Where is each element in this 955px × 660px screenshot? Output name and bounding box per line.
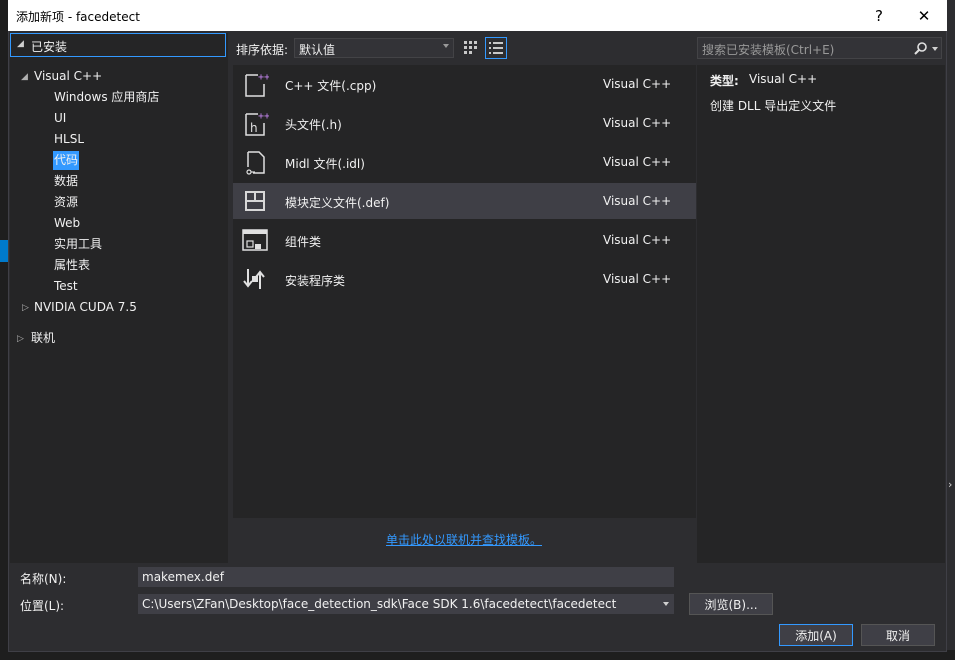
cpp-file-icon: ++ [245, 72, 269, 97]
template-row-component-class[interactable]: 组件类 Visual C++ [233, 222, 696, 258]
browse-button[interactable]: 浏览(B)... [689, 593, 773, 615]
search-options-chevron-icon[interactable] [932, 47, 938, 51]
chevron-right-icon[interactable]: › [948, 478, 952, 491]
sort-by-label: 排序依据: [236, 43, 289, 57]
add-button[interactable]: 添加(A) [779, 624, 853, 646]
template-name: Midl 文件(.idl) [285, 157, 365, 171]
small-icons-view-button[interactable] [460, 37, 482, 59]
close-button[interactable]: ✕ [901, 0, 947, 31]
template-row-installer-class[interactable]: 安装程序类 Visual C++ [233, 261, 696, 297]
tree-item-online[interactable]: 联机 [31, 329, 55, 348]
tree-item-resources[interactable]: 资源 [54, 193, 78, 212]
template-name: 模块定义文件(.def) [285, 196, 390, 210]
tree-item-nvidia-cuda[interactable]: NVIDIA CUDA 7.5 [34, 298, 137, 317]
help-button[interactable]: ? [856, 0, 902, 31]
list-view-button[interactable] [485, 37, 507, 59]
collapse-arrow-icon: ◢ [17, 39, 24, 49]
name-value: makemex.def [142, 570, 224, 584]
template-details-panel [697, 65, 945, 563]
template-row-cpp[interactable]: ++ C++ 文件(.cpp) Visual C++ [233, 66, 696, 102]
cancel-button[interactable]: 取消 [861, 624, 935, 646]
template-description: 创建 DLL 导出定义文件 [710, 99, 837, 113]
dialog-title: 添加新项 - facedetect [16, 10, 140, 24]
location-label: 位置(L): [20, 599, 65, 613]
tree-item-visual-cpp[interactable]: Visual C++ [34, 67, 102, 86]
grid-view-icon [464, 41, 477, 54]
tree-item-hlsl[interactable]: HLSL [54, 130, 84, 149]
component-class-icon [242, 229, 268, 251]
template-language: Visual C++ [603, 194, 672, 208]
location-value: C:\Users\ZFan\Desktop\face_detection_sdk… [142, 597, 617, 611]
template-language: Visual C++ [603, 155, 672, 169]
module-def-icon [245, 191, 265, 211]
type-value: Visual C++ [749, 72, 818, 86]
tree-item-web[interactable]: Web [54, 214, 80, 233]
name-label: 名称(N): [20, 572, 67, 586]
tree-item-test[interactable]: Test [54, 277, 78, 296]
svg-text:h: h [250, 121, 258, 135]
template-language: Visual C++ [603, 77, 672, 91]
template-name: 安装程序类 [285, 274, 346, 288]
expand-arrow-icon[interactable]: ▷ [17, 334, 24, 344]
template-language: Visual C++ [603, 272, 672, 286]
title-bar [8, 0, 947, 31]
template-row-header[interactable]: h ++ 头文件(.h) Visual C++ [233, 105, 696, 141]
find-templates-online-link[interactable]: 单击此处以联机并查找模板。 [386, 531, 542, 548]
search-templates-input[interactable]: 搜索已安装模板(Ctrl+E) [697, 37, 942, 59]
list-view-icon [489, 42, 503, 54]
type-label: 类型: [710, 74, 739, 88]
template-row-module-def[interactable]: 模块定义文件(.def) Visual C++ [233, 183, 696, 219]
template-name: 组件类 [285, 235, 322, 249]
template-name: 头文件(.h) [285, 118, 342, 132]
template-row-midl[interactable]: Midl 文件(.idl) Visual C++ [233, 144, 696, 180]
svg-text:++: ++ [258, 111, 269, 122]
template-language: Visual C++ [603, 116, 672, 130]
search-icon[interactable] [914, 42, 927, 55]
sort-by-select[interactable]: 默认值 [294, 38, 454, 58]
expand-arrow-icon[interactable]: ◢ [21, 72, 28, 82]
chevron-down-icon [443, 44, 449, 48]
tree-item-code[interactable]: 代码 [53, 151, 80, 170]
template-name: C++ 文件(.cpp) [285, 79, 377, 93]
tree-item-windows-store[interactable]: Windows 应用商店 [54, 88, 159, 107]
expand-arrow-icon[interactable]: ▷ [22, 303, 29, 313]
header-file-icon: h ++ [245, 111, 269, 136]
template-language: Visual C++ [603, 233, 672, 247]
ide-editor-marker [0, 240, 8, 262]
midl-file-icon [246, 151, 265, 175]
installed-label: 已安装 [31, 40, 68, 54]
sort-by-value: 默认值 [299, 43, 336, 57]
installed-header[interactable]: ◢ 已安装 [10, 33, 226, 57]
tree-item-property-sheets[interactable]: 属性表 [54, 256, 90, 275]
chevron-down-icon[interactable] [663, 602, 669, 606]
svg-text:++: ++ [258, 72, 269, 83]
tree-item-ui[interactable]: UI [54, 109, 66, 128]
search-placeholder: 搜索已安装模板(Ctrl+E) [702, 43, 835, 57]
name-field[interactable]: makemex.def [138, 567, 674, 587]
tree-item-utilities[interactable]: 实用工具 [54, 235, 102, 254]
tree-item-data[interactable]: 数据 [54, 172, 78, 191]
installer-class-icon [243, 269, 265, 289]
location-combobox[interactable]: C:\Users\ZFan\Desktop\face_detection_sdk… [138, 594, 674, 614]
close-icon: ✕ [917, 6, 931, 25]
